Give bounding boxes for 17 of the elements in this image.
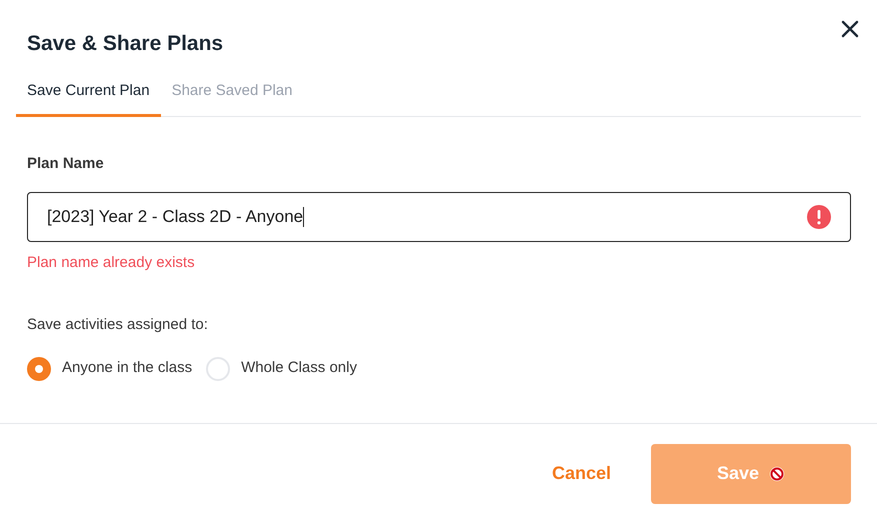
radio-group-label: Save activities assigned to: <box>27 315 209 335</box>
plan-name-field[interactable]: [2023] Year 2 - Class 2D - Anyone <box>27 192 851 242</box>
field-value: [2023] Year 2 - Class 2D - Anyone <box>47 206 304 228</box>
dialog-title: Save & Share Plans <box>27 31 224 57</box>
error-icon <box>807 204 831 228</box>
text-cursor <box>303 206 304 226</box>
error-message: Plan name already exists <box>27 252 196 272</box>
field-label: Plan Name <box>27 154 105 174</box>
not-allowed-icon <box>769 466 786 482</box>
radio-button[interactable] <box>27 356 51 380</box>
radio-label: Whole Class only <box>241 358 357 378</box>
close-icon[interactable] <box>841 20 859 38</box>
cancel-button[interactable]: Cancel <box>552 460 611 487</box>
radio-label: Anyone in the class <box>62 358 192 378</box>
tab[interactable]: Save Current Plan <box>16 78 161 117</box>
tab[interactable]: Share Saved Plan <box>160 78 304 117</box>
radio-button[interactable] <box>206 356 230 380</box>
